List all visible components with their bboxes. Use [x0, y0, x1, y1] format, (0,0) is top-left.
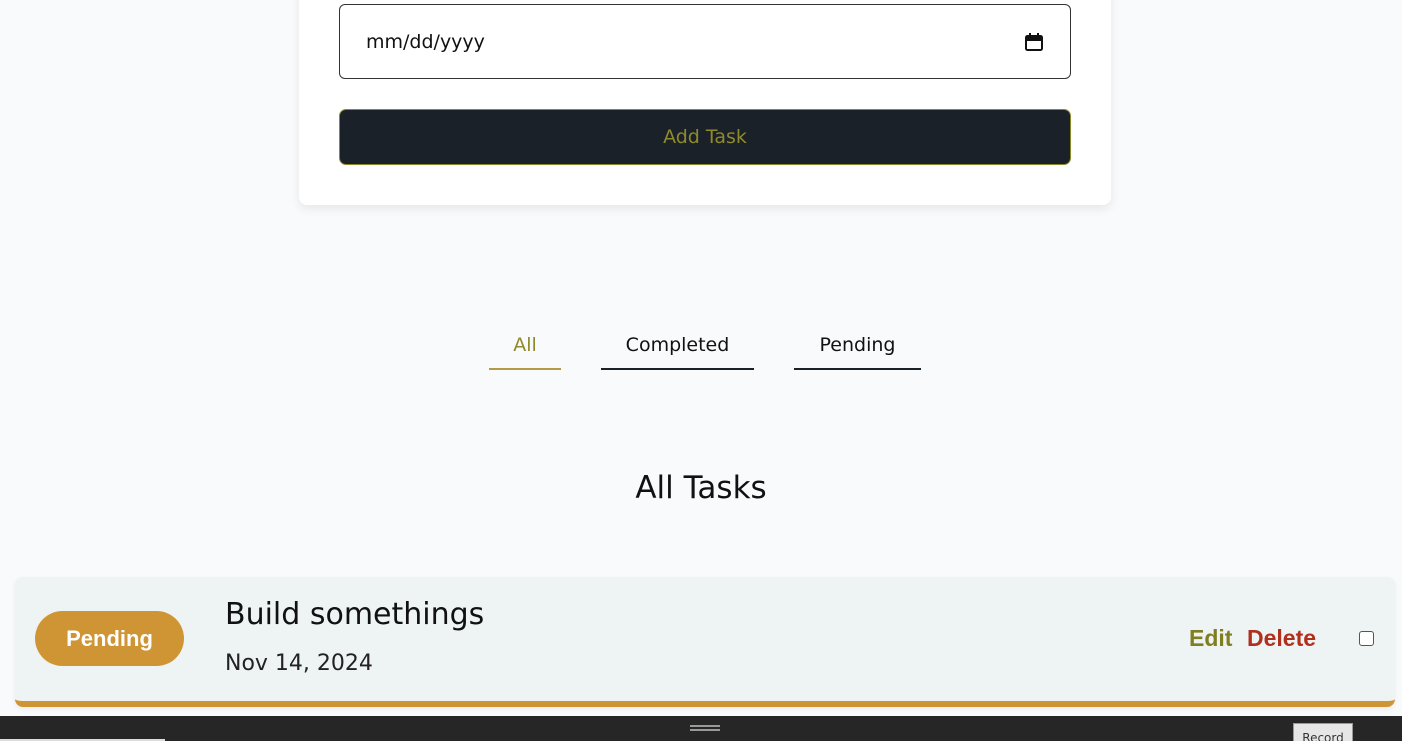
date-placeholder: mm/dd/yyyy — [366, 30, 485, 53]
delete-button[interactable]: Delete — [1247, 625, 1316, 652]
due-date-input[interactable]: mm/dd/yyyy — [339, 4, 1071, 79]
status-badge: Pending — [35, 611, 184, 666]
task-item: Pending Build somethings Nov 14, 2024 Ed… — [15, 577, 1395, 707]
task-title: Build somethings — [225, 597, 485, 632]
task-date: Nov 14, 2024 — [225, 651, 373, 676]
filter-tabs: All Completed Pending — [0, 322, 1402, 372]
add-task-form: mm/dd/yyyy Add Task — [299, 0, 1111, 205]
add-task-button[interactable]: Add Task — [339, 109, 1071, 165]
calendar-icon[interactable] — [1024, 32, 1044, 52]
task-complete-checkbox[interactable] — [1359, 631, 1374, 646]
bottom-toolbar: Record — [0, 716, 1402, 741]
tab-completed[interactable]: Completed — [601, 322, 754, 370]
tab-pending[interactable]: Pending — [794, 322, 921, 370]
drag-handle-icon[interactable] — [690, 725, 720, 731]
edit-button[interactable]: Edit — [1189, 625, 1232, 652]
section-title: All Tasks — [635, 470, 767, 506]
tab-all[interactable]: All — [489, 322, 561, 370]
record-button[interactable]: Record — [1293, 723, 1353, 741]
